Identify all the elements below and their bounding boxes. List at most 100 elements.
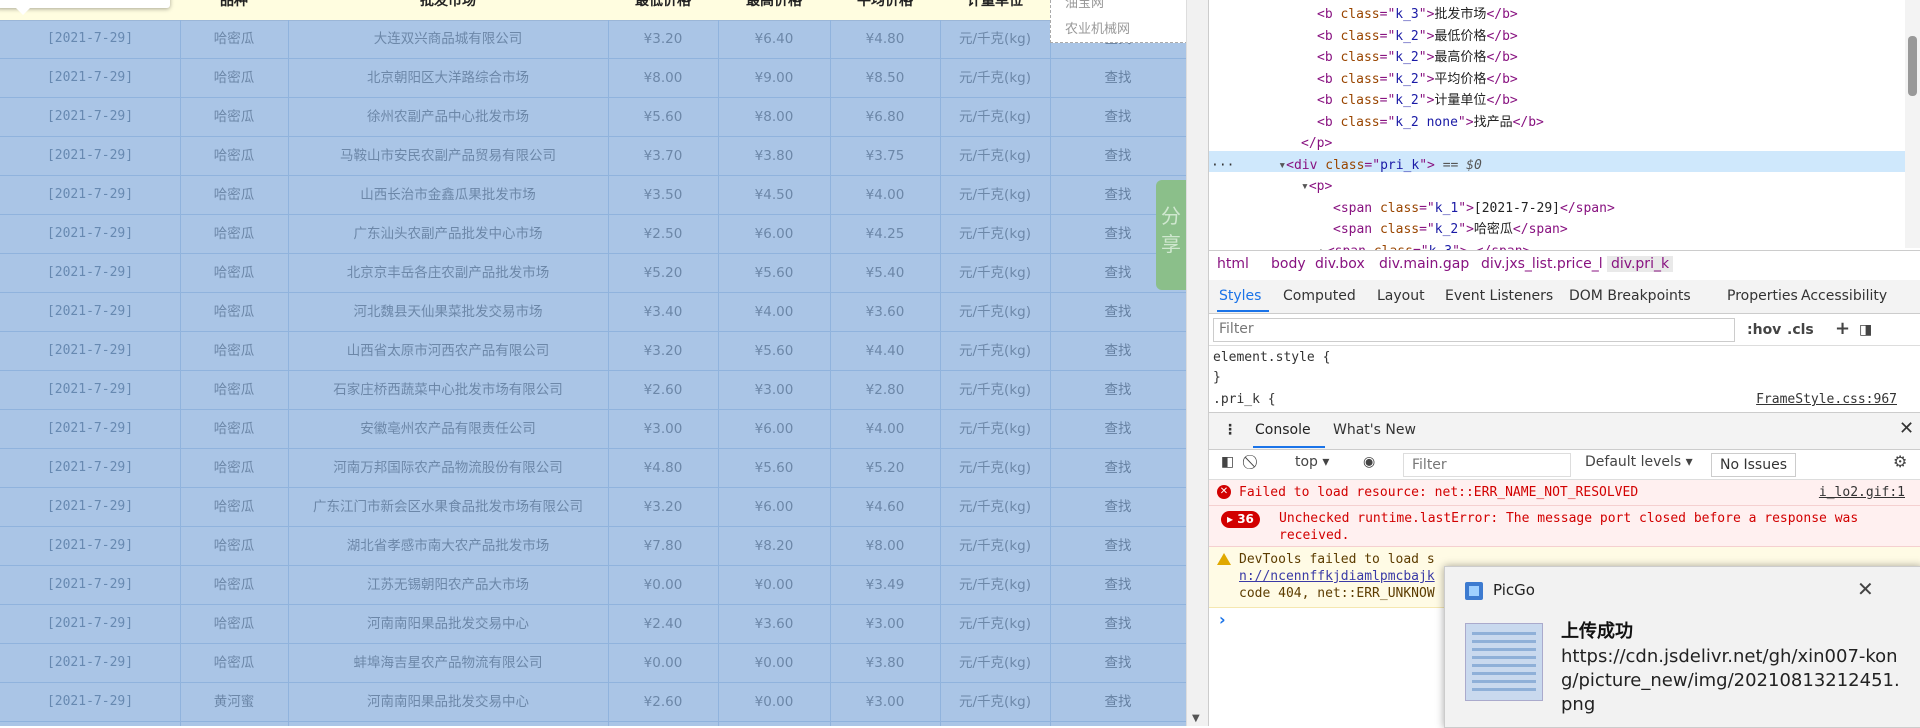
cell-min-price: ¥0.00 — [608, 644, 719, 682]
share-tab[interactable]: 分享 — [1156, 180, 1186, 290]
header-min: 最低价格 — [635, 0, 691, 9]
find-link[interactable]: 查找 — [1050, 488, 1186, 526]
find-link[interactable]: 查找 — [1050, 527, 1186, 565]
cell-unit: 元/千克(kg) — [940, 293, 1051, 331]
log-levels-dropdown[interactable]: Default levels ▾ — [1585, 454, 1693, 470]
cell-avg-price: ¥2.80 — [830, 371, 941, 409]
active-drawer-tab-underline — [1253, 446, 1325, 448]
breadcrumb-item[interactable]: div.jxs_list.price_l — [1481, 256, 1603, 272]
styles-tab[interactable]: Properties — [1727, 288, 1798, 304]
table-row: [2021-7-29] 哈密瓜 广东汕头农副产品批发中心市场 ¥2.50 ¥6.00 ¥4… — [0, 215, 1186, 254]
console-filter-input[interactable]: Filter — [1403, 453, 1571, 477]
styles-tab[interactable]: Accessibility — [1801, 288, 1887, 304]
cell-min-price: ¥2.60 — [608, 683, 719, 721]
new-rule-button[interactable]: + — [1835, 318, 1850, 339]
dom-line-close-p[interactable]: </p> — [1301, 133, 1332, 154]
find-link[interactable]: 查找 — [1050, 332, 1186, 370]
live-expression-eye-icon[interactable]: ◉ — [1363, 454, 1375, 470]
picgo-notification[interactable]: PicGo ✕ 上传成功 https://cdn.jsdelivr.net/gh… — [1444, 566, 1920, 728]
find-link[interactable]: 查找 — [1050, 683, 1186, 721]
page-scrollbar[interactable]: ▼ — [1186, 0, 1209, 726]
find-link[interactable]: 查找 — [1050, 371, 1186, 409]
find-link[interactable]: 查找 — [1050, 137, 1186, 175]
styles-tab[interactable]: DOM Breakpoints — [1569, 288, 1691, 304]
find-link[interactable]: 查找 — [1050, 722, 1186, 726]
breadcrumb-item[interactable]: div.box — [1315, 256, 1365, 272]
warning-link[interactable]: n://ncennffkjdiamlpmcbajk — [1239, 568, 1435, 585]
breadcrumb-item[interactable]: html — [1217, 256, 1249, 272]
error-1-source[interactable]: i_lo2.gif:1 — [1819, 485, 1905, 500]
console-error-1[interactable]: ✕ Failed to load resource: net::ERR_NAME… — [1209, 480, 1920, 506]
dom-line-b[interactable]: <b class="k_2">平均价格</b> — [1317, 69, 1518, 90]
table-row: [2021-7-29] 哈密瓜 山西省太原市河西农产品有限公司 ¥3.20 ¥5.60 ¥… — [0, 332, 1186, 371]
find-link[interactable]: 查找 — [1050, 566, 1186, 604]
scroll-thumb[interactable] — [1908, 36, 1917, 96]
elements-scrollbar[interactable] — [1905, 0, 1920, 248]
dom-line-b[interactable]: <b class="k_2 none">找产品</b> — [1317, 112, 1544, 133]
dom-line-b[interactable]: <b class="k_2">最高价格</b> — [1317, 47, 1518, 68]
cell-unit: 元/千克(kg) — [940, 449, 1051, 487]
ad-box[interactable]: 油宝网 农业机械网 — [1050, 0, 1186, 43]
cell-max-price: ¥8.20 — [718, 527, 831, 565]
drawer-tab[interactable]: What's New — [1333, 422, 1416, 438]
cell-max-price: ¥6.00 — [718, 722, 831, 726]
breadcrumb-item[interactable]: div.pri_k — [1607, 256, 1674, 272]
dom-line-b[interactable]: <b class="k_2">最低价格</b> — [1317, 26, 1518, 47]
elements-tree[interactable]: <b class="k_3">批发市场</b> <b class="k_2">最低… — [1209, 0, 1905, 250]
close-drawer-icon[interactable]: ✕ — [1899, 418, 1914, 439]
console-error-2[interactable]: ▸ 36 Unchecked runtime.lastError: The me… — [1209, 506, 1920, 547]
dom-line-span[interactable]: ▸<span class="k_3">…</span> — [1319, 241, 1530, 251]
rule-source-link[interactable]: FrameStyle.css:967 — [1756, 392, 1897, 407]
dom-line-span[interactable]: <span class="k_1">[2021-7-29]</span> — [1333, 198, 1615, 219]
cell-max-price: ¥6.00 — [718, 215, 831, 253]
cell-avg-price: ¥5.20 — [830, 449, 941, 487]
cell-market: 山西省太原市河西农产品有限公司 — [288, 332, 609, 370]
find-link[interactable]: 查找 — [1050, 410, 1186, 448]
ad-bottom[interactable]: 农业机械网 — [1065, 18, 1130, 37]
drawer-menu-icon[interactable]: ⋮ — [1223, 422, 1237, 438]
scroll-down-icon[interactable]: ▼ — [1192, 713, 1200, 724]
find-link[interactable]: 查找 — [1050, 605, 1186, 643]
sidebar-toggle-icon[interactable]: ◧ — [1221, 454, 1234, 470]
find-link[interactable]: 查找 — [1050, 449, 1186, 487]
rule-selector[interactable]: .pri_k { — [1213, 392, 1276, 407]
cell-variety: 哈密瓜 — [180, 449, 289, 487]
cell-market: 徐州农副产品中心批发市场 — [288, 98, 609, 136]
breadcrumb-item[interactable]: body — [1271, 256, 1306, 272]
cell-market: 济南堤口果品批发有限责任公司 — [288, 722, 609, 726]
styles-tab[interactable]: Event Listeners — [1445, 288, 1553, 304]
hov-button[interactable]: :hov — [1747, 322, 1781, 338]
toggle-sidebar-icon[interactable]: ◨ — [1859, 322, 1872, 338]
breadcrumb-item[interactable]: div.main.gap — [1379, 256, 1469, 272]
price-table-body: [2021-7-29] 哈密瓜 大连双兴商品城有限公司 ¥3.20 ¥6.40 ¥4.80… — [0, 20, 1186, 726]
cell-max-price: ¥3.80 — [718, 137, 831, 175]
cell-avg-price: ¥3.49 — [830, 566, 941, 604]
cls-button[interactable]: .cls — [1787, 322, 1814, 338]
issues-button[interactable]: No Issues — [1711, 453, 1796, 477]
console-prompt[interactable]: › — [1219, 610, 1226, 629]
element-style-rule[interactable]: element.style { — [1213, 350, 1330, 365]
ad-top[interactable]: 油宝网 — [1065, 0, 1104, 11]
dom-line-selected-div[interactable]: ··· ▾<div class="pri_k"> == $0 — [1211, 155, 1482, 176]
table-row: [2021-7-29] 哈密瓜 河南南阳果品批发交易中心 ¥2.40 ¥3.60 ¥3.0… — [0, 605, 1186, 644]
cell-market: 马鞍山市安民农副产品贸易有限公司 — [288, 137, 609, 175]
notification-body: https://cdn.jsdelivr.net/gh/xin007-kong/… — [1561, 646, 1900, 715]
dom-line-span[interactable]: <span class="k_2">哈密瓜</span> — [1333, 219, 1568, 240]
styles-tab[interactable]: Computed — [1283, 288, 1356, 304]
styles-tab[interactable]: Layout — [1377, 288, 1425, 304]
console-settings-gear-icon[interactable]: ⚙ — [1893, 452, 1907, 471]
context-selector[interactable]: top ▾ — [1295, 454, 1329, 470]
cell-max-price: ¥6.00 — [718, 410, 831, 448]
cell-max-price: ¥6.40 — [718, 20, 831, 58]
dom-line-b[interactable]: <b class="k_3">批发市场</b> — [1317, 4, 1518, 25]
dom-line-p[interactable]: ▾<p> — [1301, 176, 1332, 197]
find-link[interactable]: 查找 — [1050, 98, 1186, 136]
drawer-tab[interactable]: Console — [1255, 422, 1311, 438]
find-link[interactable]: 查找 — [1050, 59, 1186, 97]
styles-filter-input[interactable] — [1213, 318, 1735, 342]
styles-tab[interactable]: Styles — [1219, 288, 1261, 304]
dom-line-b[interactable]: <b class="k_2">计量单位</b> — [1317, 90, 1518, 111]
find-link[interactable]: 查找 — [1050, 293, 1186, 331]
find-link[interactable]: 查找 — [1050, 644, 1186, 682]
notification-close-icon[interactable]: ✕ — [1857, 577, 1874, 601]
